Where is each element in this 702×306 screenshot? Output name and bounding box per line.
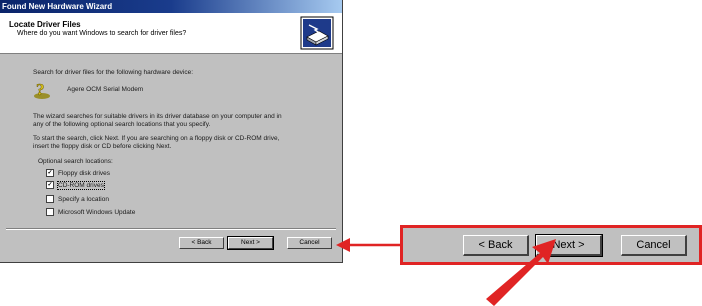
callout-cancel-button[interactable]: Cancel xyxy=(621,235,687,256)
option-floppy[interactable]: ✓ Floppy disk drives xyxy=(46,169,110,178)
wizard-header: Locate Driver Files Where do you want Wi… xyxy=(0,13,342,54)
window-title: Found New Hardware Wizard xyxy=(0,0,342,13)
cancel-button[interactable]: Cancel xyxy=(287,237,332,249)
specify-location-checkbox[interactable] xyxy=(46,195,54,204)
header-subtitle: Where do you want Windows to search for … xyxy=(17,30,187,37)
hardware-wizard-icon xyxy=(300,16,334,50)
description-line-2: any of the following optional search loc… xyxy=(33,121,211,128)
button-divider xyxy=(6,228,336,230)
option-cdrom[interactable]: ✓ CD-ROM drives xyxy=(46,181,105,190)
left-pointer-arrow xyxy=(336,238,400,252)
instruction-line-1: To start the search, click Next. If you … xyxy=(33,135,280,142)
svg-text:?: ? xyxy=(36,80,45,99)
windows-update-checkbox[interactable] xyxy=(46,208,54,217)
option-label: Floppy disk drives xyxy=(58,170,111,177)
option-label: Microsoft Windows Update xyxy=(58,209,136,216)
back-button[interactable]: < Back xyxy=(179,237,224,249)
optional-locations-label: Optional search locations: xyxy=(38,158,113,165)
callout-next-button[interactable]: Next > xyxy=(535,234,603,257)
question-device-icon: ? xyxy=(34,80,50,99)
cdrom-checkbox[interactable]: ✓ xyxy=(46,181,54,190)
intro-text: Search for driver files for the followin… xyxy=(33,69,194,76)
option-label: Specify a location xyxy=(58,196,109,203)
option-windows-update[interactable]: Microsoft Windows Update xyxy=(46,208,135,217)
zoomed-button-callout: < Back Next > Cancel xyxy=(400,225,702,265)
callout-back-button[interactable]: < Back xyxy=(463,235,529,256)
wizard-window: Found New Hardware Wizard Locate Driver … xyxy=(0,0,343,263)
device-name: Agere OCM Serial Modem xyxy=(67,86,144,93)
option-specify-location[interactable]: Specify a location xyxy=(46,195,109,204)
next-button[interactable]: Next > xyxy=(227,236,274,250)
instruction-line-2: insert the floppy disk or CD before clic… xyxy=(33,143,172,150)
floppy-checkbox[interactable]: ✓ xyxy=(46,169,54,178)
header-title: Locate Driver Files xyxy=(9,20,81,29)
option-label: CD-ROM drives xyxy=(57,181,105,190)
description-line-1: The wizard searches for suitable drivers… xyxy=(33,113,282,120)
